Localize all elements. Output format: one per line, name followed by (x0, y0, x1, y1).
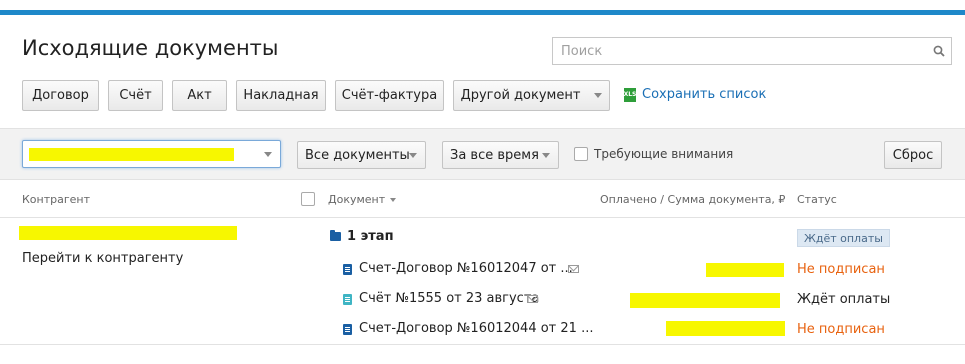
folder-icon (330, 230, 341, 241)
period-value: За все время (450, 147, 539, 163)
envelope-icon (527, 295, 538, 303)
document-status: Ждёт оплаты (797, 292, 891, 307)
create-waybill-button[interactable]: Накладная (236, 80, 326, 111)
attention-filter[interactable]: Требующие внимания (574, 147, 733, 161)
excel-icon: XLS (624, 87, 636, 102)
redacted-counterparty (19, 226, 237, 240)
column-header-status: Статус (797, 193, 837, 206)
chevron-down-icon (594, 93, 603, 98)
counterparty-select[interactable] (22, 140, 281, 168)
search-box[interactable] (552, 37, 952, 65)
document-title[interactable]: Счёт №1555 от 23 августа (359, 291, 539, 306)
page-title: Исходящие документы (22, 36, 279, 60)
doc-type-select[interactable]: Все документы (297, 141, 426, 169)
column-header-amount: Оплачено / Сумма документа, ₽ (600, 193, 786, 206)
doc-type-value: Все документы (305, 147, 410, 163)
redacted-amount (706, 263, 784, 277)
stage-status-badge: Ждёт оплаты (797, 229, 890, 247)
redacted-amount (666, 321, 785, 336)
period-select[interactable]: За все время (442, 141, 559, 169)
other-document-dropdown[interactable]: Другой документ (453, 80, 610, 111)
chevron-down-icon (264, 152, 272, 157)
redacted-counterparty-name (29, 148, 234, 161)
create-invoice-button[interactable]: Счёт (108, 80, 163, 111)
chevron-down-icon (409, 153, 417, 158)
document-status: Не подписан (797, 262, 885, 277)
envelope-icon (568, 265, 579, 273)
header-divider (0, 217, 965, 218)
attention-label: Требующие внимания (594, 147, 734, 161)
document-status: Не подписан (797, 322, 885, 337)
reset-button[interactable]: Сброс (884, 141, 942, 169)
select-all-checkbox[interactable] (301, 192, 315, 206)
top-accent-bar (0, 10, 965, 15)
go-to-counterparty-link[interactable]: Перейти к контрагенту (22, 251, 183, 266)
stage-label[interactable]: 1 этап (347, 229, 394, 244)
document-icon (343, 294, 352, 305)
document-title[interactable]: Счет-Договор №16012044 от 21 ... (359, 321, 593, 336)
redacted-amount (630, 293, 780, 308)
save-list-label: Сохранить список (642, 87, 767, 102)
document-icon (343, 264, 352, 275)
column-header-document[interactable]: Документ (328, 193, 397, 206)
chevron-down-icon (542, 153, 550, 158)
create-tax-invoice-button[interactable]: Счёт-фактура (335, 80, 444, 111)
save-list-link[interactable]: XLS Сохранить список (624, 87, 767, 102)
search-input[interactable] (553, 38, 913, 64)
column-header-counterparty: Контрагент (22, 193, 91, 206)
column-header-document-label: Документ (328, 193, 386, 206)
document-icon (343, 324, 352, 335)
search-icon[interactable] (933, 45, 945, 57)
sort-down-icon (390, 197, 397, 202)
attention-checkbox[interactable] (574, 147, 588, 161)
other-document-label: Другой документ (460, 88, 581, 103)
create-contract-button[interactable]: Договор (22, 80, 99, 111)
document-title[interactable]: Счет-Договор №16012047 от ... (359, 261, 573, 276)
row-divider (0, 344, 965, 345)
create-act-button[interactable]: Акт (172, 80, 227, 111)
